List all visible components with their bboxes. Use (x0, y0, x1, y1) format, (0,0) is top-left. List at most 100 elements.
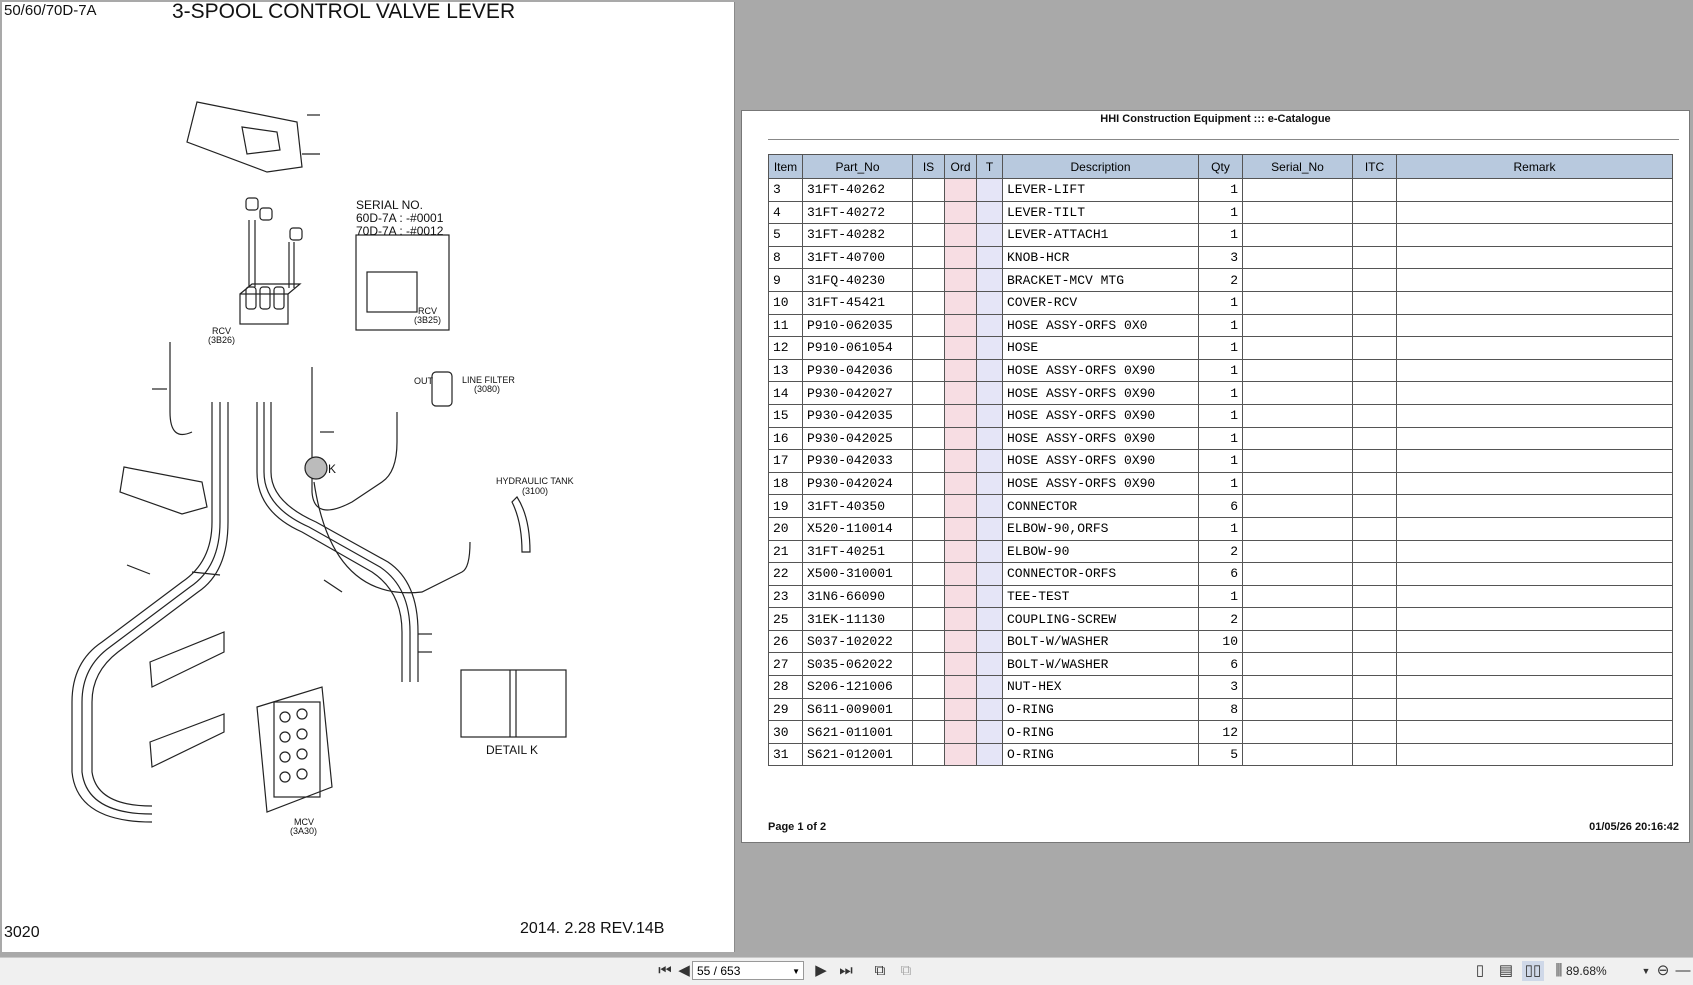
description-cell: HOSE ASSY-ORFS 0X90 (1002, 358, 1199, 383)
table-row[interactable]: 23 31N6-66090 TEE-TEST 1 (768, 584, 1673, 609)
description-cell: COVER-RCV (1002, 290, 1199, 315)
table-row[interactable]: 12 P910-061054 HOSE 1 (768, 336, 1673, 360)
table-row[interactable]: 15 P930-042035 HOSE ASSY-ORFS 0X90 1 (768, 403, 1673, 428)
qty-cell: 2 (1198, 607, 1243, 631)
table-row[interactable]: 27 S035-062022 BOLT-W/WASHER 6 (768, 652, 1673, 677)
item-cell: 12 (768, 336, 803, 360)
ord-cell (944, 381, 977, 405)
zoom-level[interactable]: 89.68% (1566, 961, 1607, 981)
ord-cell (944, 675, 977, 699)
copy-page-icon[interactable]: ⧉ (870, 961, 890, 981)
qty-cell: 1 (1198, 290, 1243, 315)
is-cell (912, 336, 945, 360)
detail-k-label: DETAIL K (486, 743, 539, 757)
table-row[interactable]: 18 P930-042024 HOSE ASSY-ORFS 0X90 1 (768, 471, 1673, 496)
is-cell (912, 562, 945, 586)
is-cell (912, 223, 945, 247)
remark-cell (1396, 516, 1673, 541)
table-row[interactable]: 19 31FT-40350 CONNECTOR 6 (768, 494, 1673, 518)
single-page-icon[interactable]: ▯ (1470, 961, 1490, 981)
part-number-cell: S206-121006 (802, 675, 913, 699)
description-cell: BRACKET-MCV MTG (1002, 268, 1199, 292)
table-row[interactable]: 17 P930-042033 HOSE ASSY-ORFS 0X90 1 (768, 449, 1673, 473)
zoom-out-icon[interactable]: ⊖ (1654, 961, 1672, 981)
is-cell (912, 607, 945, 631)
table-row[interactable]: 20 X520-110014 ELBOW-90,ORFS 1 (768, 516, 1673, 541)
serial-cell (1242, 516, 1353, 541)
first-page-icon[interactable]: ⏮ (655, 961, 675, 981)
item-cell: 20 (768, 516, 803, 541)
item-cell: 21 (768, 539, 803, 564)
t-cell (976, 516, 1003, 541)
itc-cell (1352, 720, 1397, 744)
qty-cell: 1 (1198, 336, 1243, 360)
table-row[interactable]: 26 S037-102022 BOLT-W/WASHER 10 (768, 629, 1673, 654)
description-cell: COUPLING-SCREW (1002, 607, 1199, 631)
part-number-cell: 31FT-40272 (802, 200, 913, 225)
part-number-cell: 31FT-40282 (802, 223, 913, 247)
item-cell: 25 (768, 607, 803, 631)
part-number-cell: 31FT-40700 (802, 245, 913, 270)
zoom-dropdown-icon[interactable]: ▼ (1640, 961, 1652, 981)
table-row[interactable]: 25 31EK-11130 COUPLING-SCREW 2 (768, 607, 1673, 631)
continuous-page-icon[interactable]: ▤ (1496, 961, 1516, 981)
table-row[interactable]: 8 31FT-40700 KNOB-HCR 3 (768, 245, 1673, 270)
itc-cell (1352, 494, 1397, 518)
t-cell (976, 584, 1003, 609)
table-row[interactable]: 21 31FT-40251 ELBOW-90 2 (768, 539, 1673, 564)
facing-pages-icon[interactable]: ▯▯ (1522, 961, 1544, 981)
t-cell (976, 245, 1003, 270)
part-number-cell: S621-011001 (802, 720, 913, 744)
ord-cell (944, 629, 977, 654)
table-row[interactable]: 22 X500-310001 CONNECTOR-ORFS 6 (768, 562, 1673, 586)
part-number-cell: P910-061054 (802, 336, 913, 360)
page-number-input[interactable]: 55 / 653 ▼ (692, 961, 804, 980)
qty-cell: 1 (1198, 516, 1243, 541)
serial-heading: SERIAL NO. (356, 198, 423, 212)
page-dropdown-icon[interactable]: ▼ (792, 962, 800, 981)
is-cell (912, 426, 945, 451)
table-row[interactable]: 11 P910-062035 HOSE ASSY-ORFS 0X0 1 (768, 313, 1673, 338)
last-page-icon[interactable]: ⏭ (836, 961, 856, 981)
table-row[interactable]: 4 31FT-40272 LEVER-TILT 1 (768, 200, 1673, 225)
table-row[interactable]: 28 S206-121006 NUT-HEX 3 (768, 675, 1673, 699)
t-cell (976, 471, 1003, 496)
ord-cell (944, 313, 977, 338)
zoom-slider[interactable]: — (1674, 961, 1692, 981)
item-cell: 3 (768, 178, 803, 202)
part-number-cell: P930-042036 (802, 358, 913, 383)
item-cell: 17 (768, 449, 803, 473)
qty-cell: 10 (1198, 629, 1243, 654)
t-cell (976, 403, 1003, 428)
table-row[interactable]: 5 31FT-40282 LEVER-ATTACH1 1 (768, 223, 1673, 247)
next-page-icon[interactable]: ▶ (812, 961, 830, 981)
t-cell (976, 223, 1003, 247)
table-row[interactable]: 13 P930-042036 HOSE ASSY-ORFS 0X90 1 (768, 358, 1673, 383)
description-cell: KNOB-HCR (1002, 245, 1199, 270)
t-cell (976, 200, 1003, 225)
itc-cell (1352, 584, 1397, 609)
itc-cell (1352, 178, 1397, 202)
table-row[interactable]: 16 P930-042025 HOSE ASSY-ORFS 0X90 1 (768, 426, 1673, 451)
table-row[interactable]: 10 31FT-45421 COVER-RCV 1 (768, 290, 1673, 315)
page-code: 3020 (4, 924, 40, 941)
prev-page-icon[interactable]: ◀ (675, 961, 693, 981)
rcv-b-code: (3B25) (414, 315, 442, 325)
table-row[interactable]: 14 P930-042027 HOSE ASSY-ORFS 0X90 1 (768, 381, 1673, 405)
part-number-cell: P930-042024 (802, 471, 913, 496)
table-row[interactable]: 3 31FT-40262 LEVER-LIFT 1 (768, 178, 1673, 202)
description-cell: O-RING (1002, 720, 1199, 744)
qty-cell: 1 (1198, 426, 1243, 451)
description-cell: HOSE ASSY-ORFS 0X90 (1002, 381, 1199, 405)
table-row[interactable]: 29 S611-009001 O-RING 8 (768, 697, 1673, 722)
itc-cell (1352, 223, 1397, 247)
column-header: Part_No (802, 154, 913, 179)
item-cell: 28 (768, 675, 803, 699)
paste-page-icon[interactable]: ⧉ (896, 961, 916, 981)
qty-cell: 1 (1198, 178, 1243, 202)
item-cell: 26 (768, 629, 803, 654)
table-row[interactable]: 9 31FQ-40230 BRACKET-MCV MTG 2 (768, 268, 1673, 292)
table-row[interactable]: 31 S621-012001 O-RING 5 (768, 742, 1673, 767)
itc-cell (1352, 562, 1397, 586)
table-row[interactable]: 30 S621-011001 O-RING 12 (768, 720, 1673, 744)
